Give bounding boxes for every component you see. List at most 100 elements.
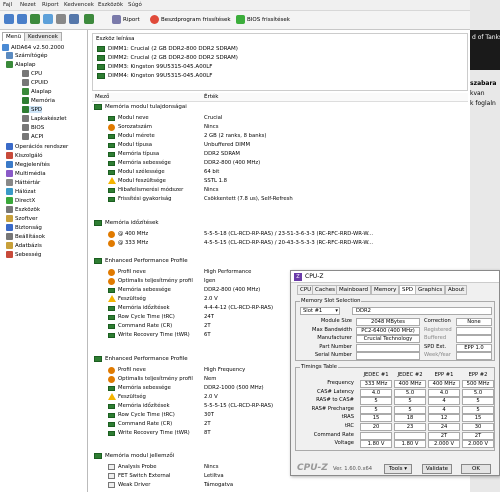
detail-row[interactable]: Hibafelismerési módszer Nincs bbox=[108, 186, 468, 194]
tab-spd[interactable]: SPD bbox=[399, 285, 417, 295]
detail-field: Analysis Probe bbox=[118, 464, 157, 470]
cpuz-titlebar: Z CPU-Z bbox=[291, 271, 499, 283]
user-icon[interactable] bbox=[56, 14, 66, 24]
tree-item-computer[interactable]: Számítógép bbox=[6, 52, 48, 59]
motherboard-icon bbox=[6, 61, 13, 68]
menu-help[interactable]: Súgó bbox=[128, 2, 142, 8]
green-icon[interactable] bbox=[84, 14, 94, 24]
tree-item-network[interactable]: Hálózat bbox=[6, 188, 36, 195]
tab-favorites[interactable]: Kedvencek bbox=[24, 32, 62, 41]
timing-cell: 400 MHz bbox=[394, 380, 426, 388]
tree-item-cpuid[interactable]: CPUID bbox=[22, 79, 48, 86]
detail-row[interactable]: Weak Driver Támogatva bbox=[108, 481, 468, 489]
tree-item-spd[interactable]: SPD bbox=[22, 106, 43, 113]
tree-item-aida64[interactable]: AIDA64 v2.50.2000 bbox=[2, 44, 64, 51]
slot-selection-group: Memory Slot Selection Slot #1 ▾ DDR2 Modu… bbox=[295, 298, 495, 361]
slot-value bbox=[356, 343, 420, 352]
detail-field: Feszültség bbox=[118, 394, 146, 400]
tree-item-cpu[interactable]: CPU bbox=[22, 70, 42, 77]
timing-cell: 5 bbox=[462, 405, 494, 414]
tree-item-security[interactable]: Biztonság bbox=[6, 224, 42, 231]
validate-button[interactable]: Validate bbox=[422, 464, 452, 474]
chart-icon[interactable] bbox=[69, 14, 79, 24]
update-icon bbox=[150, 15, 159, 24]
slot-label: Buffered bbox=[424, 335, 447, 341]
tree-item-config[interactable]: Beállítások bbox=[6, 233, 45, 240]
detail-value: 4-4-4-12 (CL-RCD-RP-RAS) bbox=[204, 305, 274, 311]
column-value[interactable]: Érték bbox=[204, 94, 218, 100]
detail-field: Sorozatszám bbox=[118, 124, 152, 130]
detail-row[interactable]: @ 333 MHz 4-5-5-15 (CL-RCD-RP-RAS) / 20-4… bbox=[108, 239, 468, 247]
tab-about[interactable]: About bbox=[445, 285, 468, 295]
detail-row[interactable]: Modul mérete 2 GB (2 ranks, 8 banks) bbox=[108, 132, 468, 140]
tree-item-software[interactable]: Szoftver bbox=[6, 215, 38, 222]
device-dimm3[interactable]: DIMM3: Kingston 99U5315-045.A00LF bbox=[97, 64, 212, 70]
detail-row[interactable]: Memória sebessége DDR2-800 (400 MHz) bbox=[108, 159, 468, 167]
detail-field: Modul szélessége bbox=[118, 169, 165, 175]
tab-menu[interactable]: Menü bbox=[2, 32, 26, 41]
column-field[interactable]: Mező bbox=[95, 94, 109, 100]
forward-icon[interactable] bbox=[17, 14, 27, 24]
refresh-icon[interactable] bbox=[43, 14, 53, 24]
tree-item-server[interactable]: Kiszolgáló bbox=[6, 152, 43, 159]
menu-file[interactable]: Fajl bbox=[3, 2, 12, 8]
detail-row[interactable]: Frissítési gyakoriság Csökkentett (7.8 us… bbox=[108, 195, 468, 203]
detail-value: 2.0 V bbox=[204, 394, 218, 400]
detail-value: 30T bbox=[204, 412, 214, 418]
tree-item-memory[interactable]: Memória bbox=[22, 97, 55, 104]
detail-value: Unbuffered DIMM bbox=[204, 142, 251, 148]
menu-favorites[interactable]: Kedvencek bbox=[64, 2, 94, 8]
tab-memory[interactable]: Memory bbox=[371, 285, 400, 295]
ok-button[interactable]: OK bbox=[461, 464, 491, 474]
tab-caches[interactable]: Caches bbox=[312, 285, 338, 295]
tree-item-multimedia[interactable]: Multimédia bbox=[6, 170, 46, 177]
tab-graphics[interactable]: Graphics bbox=[415, 285, 446, 295]
device-dimm1[interactable]: DIMM1: Crucial (2 GB DDR2-800 DDR2 SDRAM… bbox=[97, 46, 238, 52]
up-icon[interactable] bbox=[30, 14, 40, 24]
detail-value: Letiltva bbox=[204, 473, 224, 479]
menu-view[interactable]: Nezet bbox=[20, 2, 36, 8]
tree-item-motherboard[interactable]: Alaplap bbox=[6, 61, 36, 68]
section-header: Enhanced Performance Profile bbox=[94, 356, 188, 362]
tree-item-chipset[interactable]: Lapkakészlet bbox=[22, 115, 67, 122]
slot-value: EPP 1.0 bbox=[456, 343, 492, 352]
detail-row[interactable]: Modul szélessége 64 bit bbox=[108, 168, 468, 176]
tree-item-mainboard[interactable]: Alaplap bbox=[22, 88, 52, 95]
tree-item-devices[interactable]: Eszközök bbox=[6, 206, 40, 213]
tree-item-database[interactable]: Adatbázis bbox=[6, 242, 42, 249]
tree-item-storage[interactable]: Háttértár bbox=[6, 179, 40, 186]
memory-module-icon bbox=[97, 55, 105, 61]
detail-row[interactable]: Memória típusa DDR2 SDRAM bbox=[108, 150, 468, 158]
memory-icon bbox=[108, 187, 115, 193]
timing-row-label: CAS# Latency bbox=[317, 388, 354, 395]
slot-label: Manufacturer bbox=[317, 335, 352, 341]
report-button[interactable]: Riport bbox=[112, 15, 140, 24]
back-icon[interactable] bbox=[4, 14, 14, 24]
detail-row[interactable]: Modul neve Crucial bbox=[108, 114, 468, 122]
slot-select[interactable]: Slot #1 ▾ bbox=[300, 307, 340, 315]
menu-tools[interactable]: Eszközök bbox=[98, 2, 123, 8]
detail-value: DDR2-800 (400 MHz) bbox=[204, 287, 261, 293]
timing-cell: 23 bbox=[394, 423, 426, 431]
tree-item-display[interactable]: Megjelenítés bbox=[6, 161, 50, 168]
device-dimm2[interactable]: DIMM2: Crucial (2 GB DDR2-800 DDR2 SDRAM… bbox=[97, 55, 238, 61]
tree-item-bios[interactable]: BIOS bbox=[22, 124, 44, 131]
bios-update-button[interactable]: BIOS frissítések bbox=[236, 15, 290, 24]
detail-row[interactable]: @ 400 MHz 5-5-5-18 (CL-RCD-RP-RAS) / 23-5… bbox=[108, 230, 468, 238]
detail-row[interactable]: Modul típusa Unbuffered DIMM bbox=[108, 141, 468, 149]
tab-mainboard[interactable]: Mainboard bbox=[336, 285, 372, 295]
tree-item-acpi[interactable]: ACPI bbox=[22, 133, 43, 140]
driver-update-button[interactable]: Beszdprogram frissítések bbox=[150, 15, 231, 24]
tree-item-os[interactable]: Operációs rendszer bbox=[6, 143, 68, 150]
warning-icon bbox=[108, 177, 116, 184]
detail-row[interactable]: Modul feszültsége SSTL 1.8 bbox=[108, 177, 468, 185]
detail-row[interactable]: Sorozatszám Nincs bbox=[108, 123, 468, 131]
memory-icon bbox=[108, 142, 115, 148]
tree-item-directx[interactable]: DirectX bbox=[6, 197, 35, 204]
memory-module-icon bbox=[94, 356, 102, 362]
memory-module-icon bbox=[94, 104, 102, 110]
device-dimm4[interactable]: DIMM4: Kingston 99U5315-045.A00LF bbox=[97, 73, 212, 79]
tree-item-benchmark[interactable]: Sebesség bbox=[6, 251, 41, 258]
menu-report[interactable]: Riport bbox=[42, 2, 59, 8]
tools-button[interactable]: Tools ▾ bbox=[384, 464, 412, 474]
